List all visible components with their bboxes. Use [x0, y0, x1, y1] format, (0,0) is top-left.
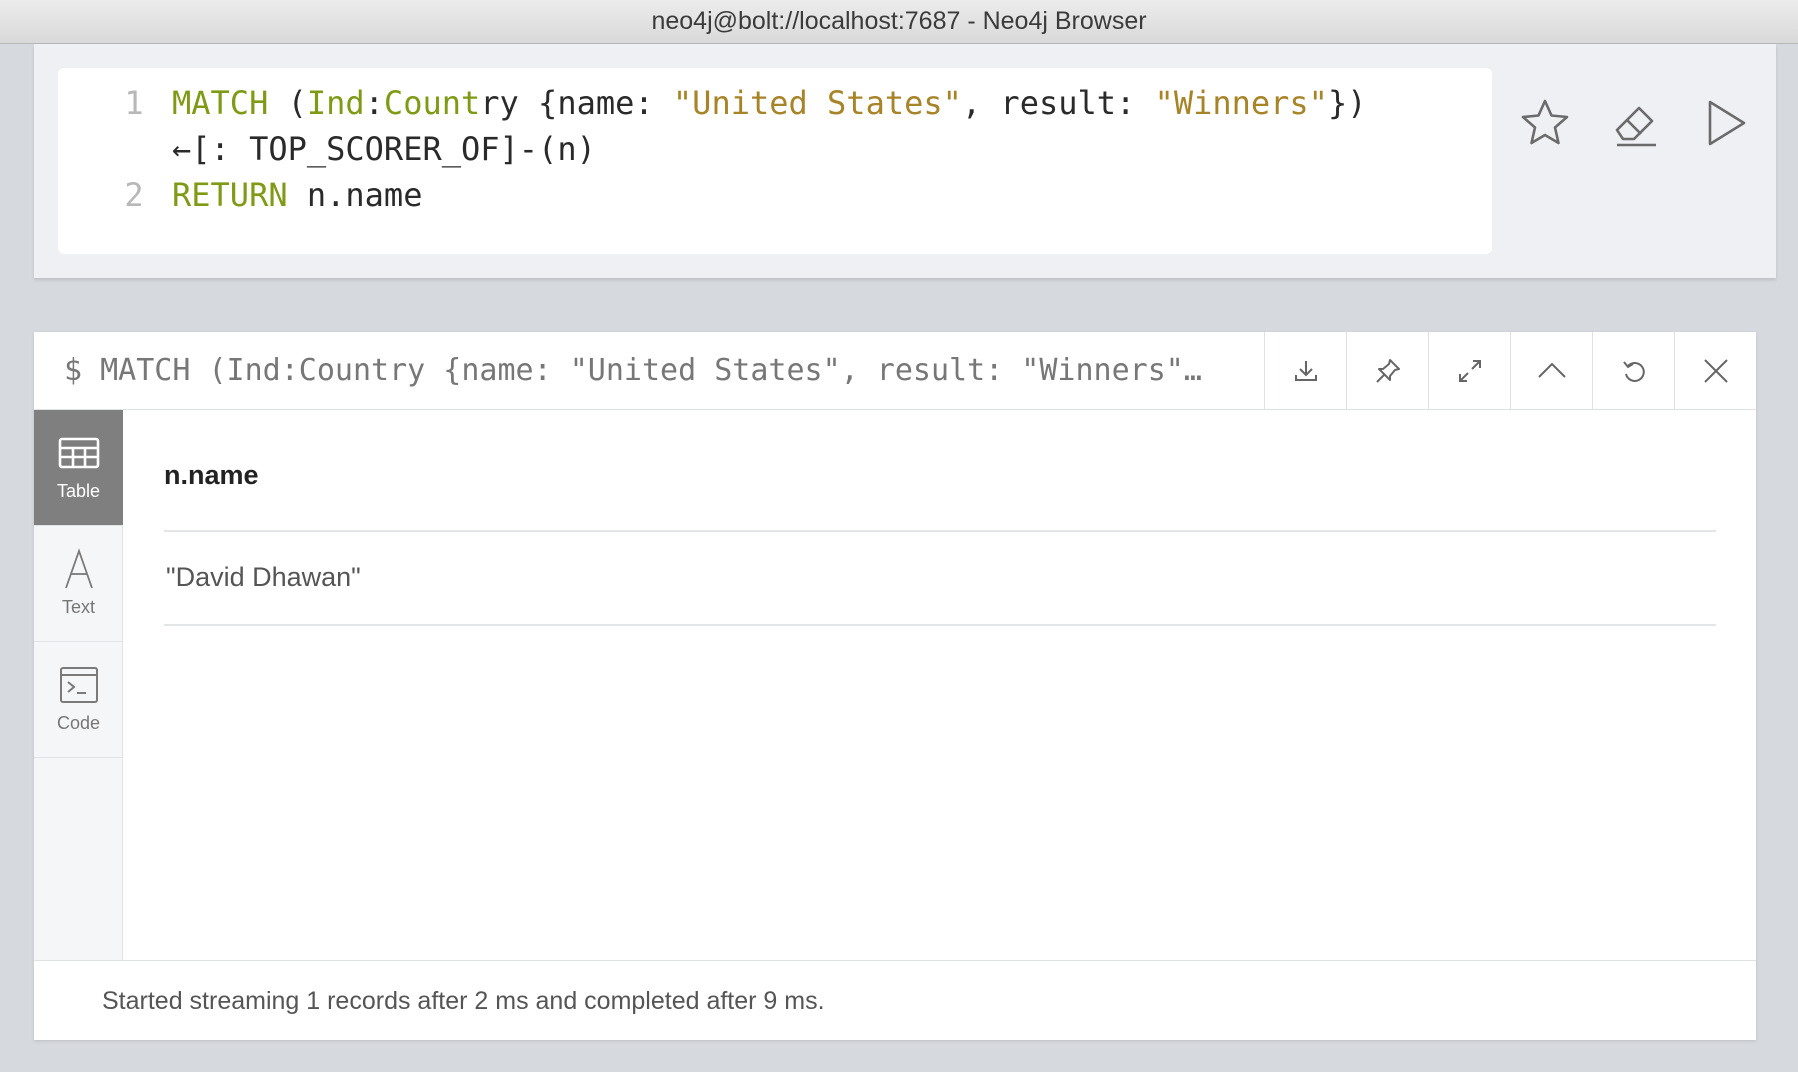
code-token-plain: : — [364, 84, 384, 122]
view-sidebar: Table Text Code — [34, 410, 123, 960]
view-tab-text[interactable]: Text — [34, 526, 123, 642]
code-token-plain: , result: — [961, 84, 1155, 122]
download-button[interactable] — [1264, 332, 1346, 410]
expand-icon — [1458, 360, 1481, 382]
pin-icon — [1375, 359, 1400, 383]
view-tab-label: Table — [56, 481, 101, 501]
window-title: neo4j@bolt://localhost:7687 - Neo4j Brow… — [651, 7, 1147, 35]
editor-actions — [1510, 88, 1760, 158]
line-number: 2 — [124, 176, 144, 214]
editor-panel: 1 MATCH (Ind:Country {name: "United State… — [34, 44, 1776, 278]
code-text: MATCH (Ind:Country {name: "United States… — [172, 80, 1366, 126]
code-token-string: "Winners" — [1154, 84, 1328, 122]
view-tab-label: Text — [61, 597, 95, 617]
play-icon — [1708, 100, 1746, 146]
status-message: Started streaming 1 records after 2 ms a… — [102, 987, 825, 1015]
text-icon — [64, 548, 93, 589]
run-query-button[interactable] — [1690, 88, 1760, 158]
header-divider — [164, 530, 1716, 532]
download-icon — [1294, 361, 1317, 381]
code-token-label: Count — [383, 84, 481, 122]
eraser-icon — [1615, 106, 1656, 147]
refresh-icon — [1622, 361, 1645, 382]
clear-editor-button[interactable] — [1600, 88, 1670, 158]
frame-footer: Started streaming 1 records after 2 ms a… — [34, 960, 1756, 1040]
chevron-up-icon — [1537, 362, 1566, 378]
code-icon — [59, 667, 98, 703]
code-token-keyword: RETURN — [172, 176, 288, 214]
view-tab-code[interactable]: Code — [34, 642, 123, 758]
favorite-button[interactable] — [1510, 88, 1580, 158]
cypher-editor[interactable]: 1 MATCH (Ind:Country {name: "United State… — [58, 68, 1492, 254]
star-icon — [1521, 99, 1569, 145]
frame-toolbar — [1264, 332, 1756, 410]
column-header: n.name — [164, 460, 259, 490]
window-titlebar: neo4j@bolt://localhost:7687 - Neo4j Brow… — [0, 0, 1798, 44]
table-icon — [58, 437, 99, 469]
code-token-plain: ←[: TOP_SCORER_OF]-(n) — [172, 130, 596, 168]
code-text: ←[: TOP_SCORER_OF]-(n) — [172, 126, 596, 172]
close-icon — [1703, 359, 1728, 383]
rerun-button[interactable] — [1592, 332, 1674, 410]
code-token-plain: ry {name: — [480, 84, 673, 122]
view-tab-label: Code — [56, 713, 101, 733]
code-token-plain: n.name — [287, 176, 423, 214]
collapse-button[interactable] — [1510, 332, 1592, 410]
frame-query-title[interactable]: $ MATCH (Ind:Country {name: "United Stat… — [64, 332, 1274, 410]
row-divider — [164, 624, 1716, 626]
result-frame: $ MATCH (Ind:Country {name: "United Stat… — [34, 332, 1756, 1040]
code-text: RETURN n.name — [172, 172, 422, 218]
code-token-keyword: MATCH — [172, 84, 269, 122]
pin-button[interactable] — [1346, 332, 1428, 410]
view-tab-table[interactable]: Table — [34, 410, 123, 526]
code-token-plain: }) — [1327, 84, 1367, 122]
table-cell: "David Dhawan" — [166, 562, 361, 592]
code-token-plain: ( — [268, 84, 307, 122]
line-number: 1 — [124, 84, 144, 122]
frame-header: $ MATCH (Ind:Country {name: "United Stat… — [34, 332, 1756, 410]
code-token-label: Ind — [306, 84, 365, 122]
fullscreen-button[interactable] — [1428, 332, 1510, 410]
close-button[interactable] — [1674, 332, 1756, 410]
code-token-string: "United States" — [672, 84, 962, 122]
